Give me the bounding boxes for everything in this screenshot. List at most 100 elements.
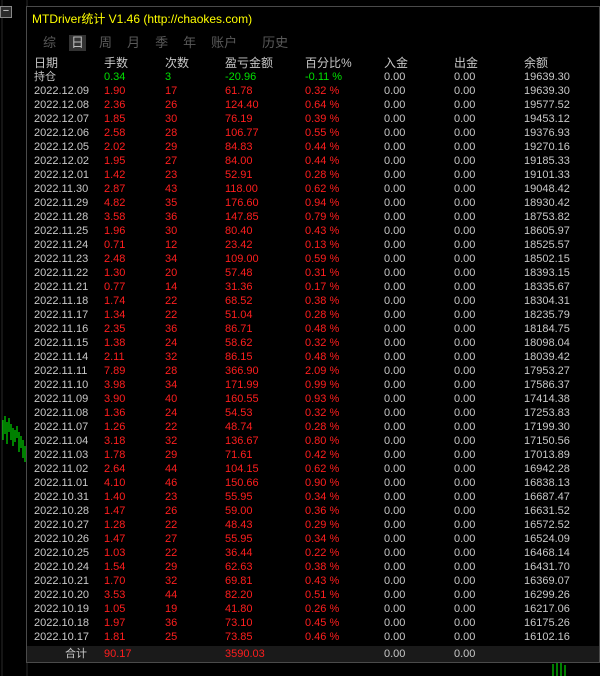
cell-withdrawal: 0.00 [454, 71, 476, 83]
cell-percent: 百分比% [305, 56, 352, 70]
title-bar: MTDriver统计 V1.46 (http://chaokes.com) [27, 7, 599, 29]
cell-profit: 84.83 [225, 141, 253, 153]
cell-date: 2022.10.20 [34, 589, 90, 601]
cell-profit: 41.80 [225, 603, 253, 615]
cell-profit: 48.43 [225, 519, 253, 531]
cell-trades: 17 [165, 85, 178, 97]
cell-profit: -20.96 [225, 71, 257, 83]
cell-percent: 0.64 % [305, 99, 340, 111]
cell-lots: 1.05 [104, 603, 126, 615]
cell-trades: 30 [165, 225, 178, 237]
cell-lots: 4.82 [104, 197, 126, 209]
cell-lots: 3.18 [104, 435, 126, 447]
cell-deposit: 0.00 [384, 561, 406, 573]
cell-deposit: 0.00 [384, 505, 406, 517]
cell-lots: 手数 [104, 56, 129, 70]
cell-profit: 147.85 [225, 211, 259, 223]
cell-percent: 2.09 % [305, 365, 340, 377]
cell-date: 2022.10.18 [34, 617, 90, 629]
cell-percent: 0.38 % [305, 561, 340, 573]
cell-balance: 17199.30 [524, 421, 570, 433]
cell-balance: 19376.93 [524, 127, 570, 139]
cell-lots: 3.53 [104, 589, 126, 601]
cell-date: 2022.11.04 [34, 435, 89, 447]
cell-percent: 0.44 % [305, 141, 340, 153]
tab-year[interactable]: 年 [181, 35, 198, 51]
cell-percent: 0.31 % [305, 267, 340, 279]
cell-date: 2022.12.01 [34, 169, 90, 181]
cell-trades: 29 [165, 449, 178, 461]
tab-day[interactable]: 日 [69, 35, 87, 51]
table-row: 2022.11.16 2.35 36 86.71 0.48 % 0.00 0.00 18184… [27, 322, 599, 336]
cell-percent: 0.45 % [305, 617, 340, 629]
cell-deposit: 0.00 [384, 393, 406, 405]
cell-balance: 18235.79 [524, 309, 570, 321]
cell-percent: 0.17 % [305, 281, 340, 293]
cell-percent: 0.26 % [305, 603, 340, 615]
cell-balance: 19453.12 [524, 113, 570, 125]
cell-withdrawal: 0.00 [454, 281, 476, 293]
tab-summary[interactable]: 综 [41, 35, 58, 51]
cell-withdrawal: 0.00 [454, 169, 476, 181]
cell-trades: 25 [165, 631, 178, 643]
tab-month[interactable]: 月 [125, 35, 142, 51]
cell-trades: 3 [165, 71, 172, 83]
cell-deposit: 0.00 [384, 519, 406, 531]
cell-lots: 3.90 [104, 393, 126, 405]
cell-deposit: 0.00 [384, 239, 406, 251]
table-row: 2022.10.20 3.53 44 82.20 0.51 % 0.00 0.00 16299… [27, 588, 599, 602]
cell-percent: 0.38 % [305, 295, 340, 307]
cell-trades: 14 [165, 281, 178, 293]
cell-deposit: 0.00 [384, 449, 406, 461]
cell-deposit: 0.00 [384, 281, 406, 293]
cell-withdrawal: 0.00 [454, 463, 476, 475]
cell-percent: 0.29 % [305, 519, 340, 531]
cell-date: 2022.10.27 [34, 519, 90, 531]
table-row: 2022.11.24 0.71 12 23.42 0.13 % 0.00 0.00 18525… [27, 238, 599, 252]
cell-lots: 2.58 [104, 127, 126, 139]
cell-balance: 16468.14 [524, 547, 570, 559]
table-row: 2022.11.01 4.10 46 150.66 0.90 % 0.00 0.00 1683… [27, 476, 599, 490]
cell-profit: 55.95 [225, 533, 253, 545]
cell-balance: 余额 [524, 56, 549, 70]
cell-percent: 0.34 % [305, 533, 340, 545]
cell-profit: 150.66 [225, 477, 259, 489]
cell-date: 2022.11.24 [34, 239, 89, 251]
cell-withdrawal: 0.00 [454, 547, 476, 559]
cell-date: 2022.11.16 [34, 323, 89, 335]
tab-account[interactable]: 账户 [209, 35, 239, 51]
cell-trades: 28 [165, 127, 178, 139]
cell-withdrawal: 0.00 [454, 239, 476, 251]
cell-date: 2022.10.28 [34, 505, 90, 517]
cell-percent: 0.48 % [305, 351, 340, 363]
cell-profit: 106.77 [225, 127, 259, 139]
cell-percent: 0.43 % [305, 225, 340, 237]
cell-date: 2022.12.07 [34, 113, 90, 125]
totals-lots: 90.17 [104, 648, 132, 660]
table-row: 2022.10.25 1.03 22 36.44 0.22 % 0.00 0.00 16468… [27, 546, 599, 560]
cell-withdrawal: 0.00 [454, 491, 476, 503]
totals-withdrawal: 0.00 [454, 648, 476, 660]
cell-withdrawal: 0.00 [454, 365, 476, 377]
tab-quarter[interactable]: 季 [153, 35, 170, 51]
cell-profit: 62.63 [225, 561, 253, 573]
cell-profit: 52.91 [225, 169, 253, 181]
cell-trades: 12 [165, 239, 178, 251]
cell-lots: 1.42 [104, 169, 126, 181]
table-row: 2022.12.09 1.90 17 61.78 0.32 % 0.00 0.00 19639… [27, 84, 599, 98]
table-row: 2022.11.28 3.58 36 147.85 0.79 % 0.00 0.00 1875… [27, 210, 599, 224]
tab-week[interactable]: 周 [97, 35, 114, 51]
cell-trades: 24 [165, 407, 178, 419]
cell-withdrawal: 出金 [454, 56, 479, 70]
tab-history[interactable]: 历史 [260, 35, 290, 51]
cell-deposit: 0.00 [384, 211, 406, 223]
minimize-button[interactable]: − [0, 6, 12, 18]
cell-lots: 1.81 [104, 631, 126, 643]
window-title: MTDriver统计 V1.46 (http://chaokes.com) [32, 11, 253, 26]
table-row: 2022.11.29 4.82 35 176.60 0.94 % 0.00 0.00 1893… [27, 196, 599, 210]
cell-trades: 23 [165, 169, 178, 181]
cell-date: 2022.12.09 [34, 85, 90, 97]
cell-deposit: 0.00 [384, 309, 406, 321]
cell-profit: 86.15 [225, 351, 253, 363]
cell-lots: 1.38 [104, 337, 126, 349]
